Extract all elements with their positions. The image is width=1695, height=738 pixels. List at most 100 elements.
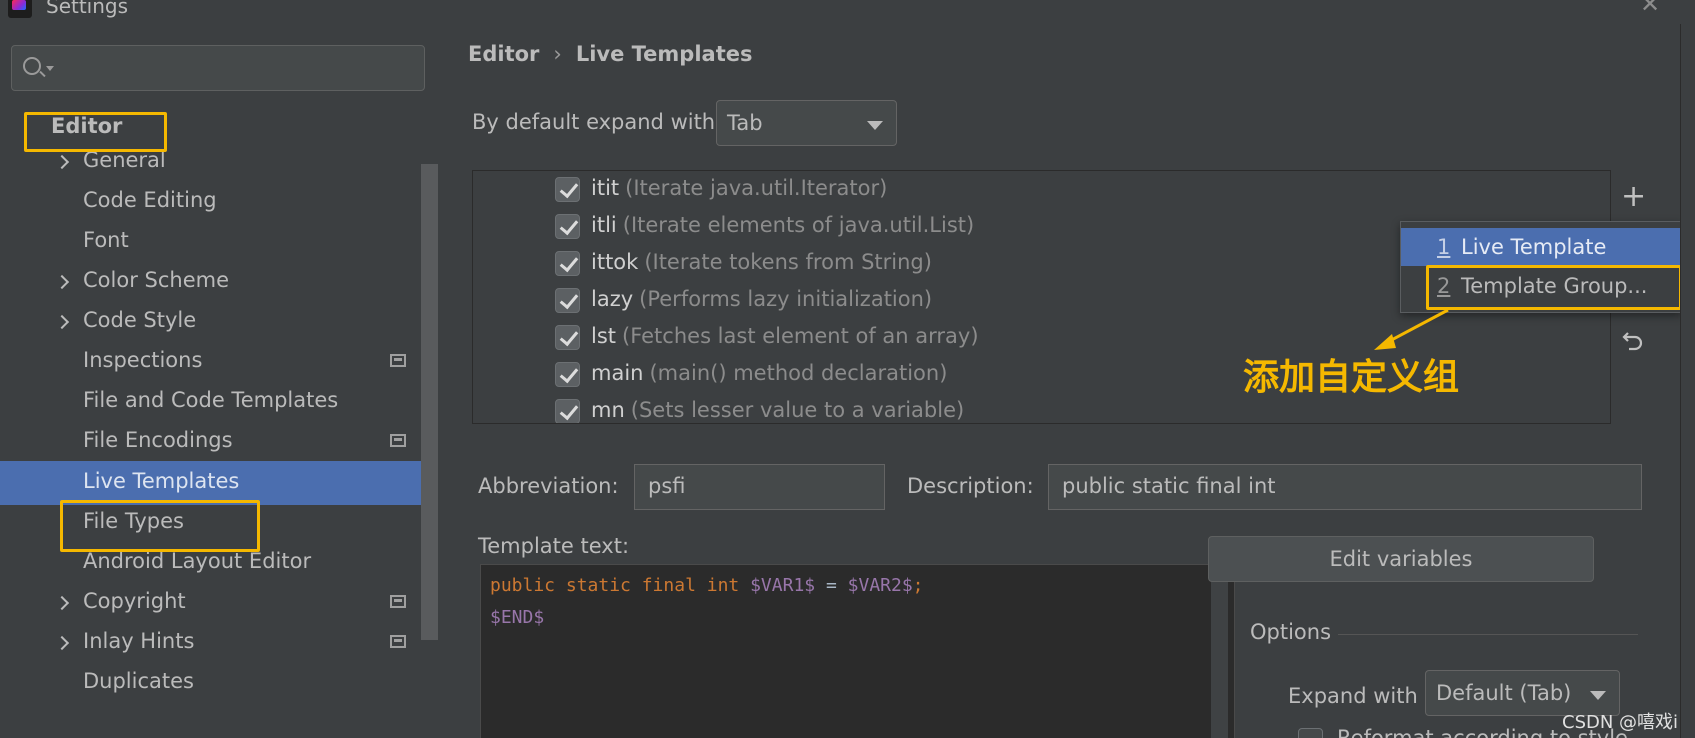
template-abbreviation: mn bbox=[591, 398, 625, 422]
tree-item-label: File Encodings bbox=[83, 428, 233, 452]
chevron-down-icon bbox=[867, 121, 883, 130]
template-checkbox[interactable] bbox=[555, 399, 580, 423]
button-label: Edit variables bbox=[1329, 547, 1473, 571]
template-description: (Iterate tokens from String) bbox=[644, 250, 932, 274]
breadcrumb-separator: › bbox=[553, 42, 562, 66]
tree-item-label: Duplicates bbox=[83, 669, 194, 693]
template-checkbox[interactable] bbox=[555, 325, 580, 350]
breadcrumb: Editor › Live Templates bbox=[468, 42, 752, 66]
code-semicolon: ; bbox=[912, 575, 924, 596]
default-expand-select[interactable]: Tab bbox=[716, 100, 897, 146]
breadcrumb-parent[interactable]: Editor bbox=[468, 42, 539, 66]
tree-item-general[interactable]: General bbox=[0, 140, 438, 184]
abbreviation-field[interactable]: psfi bbox=[634, 464, 885, 510]
tree-item-code-editing[interactable]: Code Editing bbox=[0, 180, 438, 224]
template-text-editor[interactable]: public static final int $VAR1$ = $VAR2$;… bbox=[480, 564, 1235, 738]
select-value: Default (Tab) bbox=[1436, 681, 1572, 705]
tree-item-inspections[interactable]: Inspections bbox=[0, 340, 438, 384]
code-line-2: $END$ bbox=[490, 607, 544, 628]
description-field[interactable]: public static final int bbox=[1048, 464, 1642, 510]
abbreviation-label: Abbreviation: bbox=[478, 474, 619, 498]
template-checkbox[interactable] bbox=[555, 177, 580, 202]
menu-item-live-template[interactable]: 1 Live Template bbox=[1401, 228, 1681, 266]
template-abbreviation: itit bbox=[591, 176, 620, 200]
abbreviation-value: psfi bbox=[648, 474, 686, 498]
menu-item-number: 1 bbox=[1437, 235, 1451, 259]
sidebar-scrollbar[interactable] bbox=[421, 164, 438, 640]
template-checkbox[interactable] bbox=[555, 288, 580, 313]
tree-item-label: General bbox=[83, 148, 166, 172]
tree-item-label: File Types bbox=[83, 509, 184, 533]
tree-item-label: Color Scheme bbox=[83, 268, 229, 292]
plus-icon[interactable]: + bbox=[1621, 182, 1646, 212]
tree-item-file-encodings[interactable]: File Encodings bbox=[0, 420, 438, 464]
template-description: (Iterate elements of java.util.List) bbox=[622, 213, 975, 237]
settings-main-panel: Editor › Live Templates By default expand … bbox=[438, 24, 1695, 738]
tree-item-file-types[interactable]: File Types bbox=[0, 501, 438, 545]
menu-item-label: Template Group... bbox=[1461, 274, 1648, 298]
tree-item-label: Font bbox=[83, 228, 129, 252]
reformat-checkbox[interactable] bbox=[1298, 728, 1323, 738]
tree-item-live-templates[interactable]: Live Templates bbox=[0, 461, 438, 505]
template-abbreviation: main bbox=[591, 361, 644, 385]
search-history-dropdown-icon[interactable] bbox=[46, 66, 54, 71]
tree-item-label: File and Code Templates bbox=[83, 388, 339, 412]
template-checkbox[interactable] bbox=[555, 214, 580, 239]
project-settings-icon bbox=[390, 354, 406, 367]
description-label: Description: bbox=[907, 474, 1034, 498]
template-text-label: Template text: bbox=[478, 534, 630, 558]
template-description: (Sets lesser value to a variable) bbox=[630, 398, 965, 422]
chevron-right-icon[interactable] bbox=[54, 154, 70, 170]
project-settings-icon bbox=[390, 434, 406, 447]
tree-item-label: Live Templates bbox=[83, 469, 240, 493]
tree-item-label: Code Editing bbox=[83, 188, 217, 212]
description-value: public static final int bbox=[1062, 474, 1276, 498]
tree-item-inlay-hints[interactable]: Inlay Hints bbox=[0, 621, 438, 665]
tree-item-file-and-code-templates[interactable]: File and Code Templates bbox=[0, 380, 438, 424]
tree-item-label: Inspections bbox=[83, 348, 203, 372]
tree-item-android-layout-editor[interactable]: Android Layout Editor bbox=[0, 541, 438, 585]
breadcrumb-current: Live Templates bbox=[575, 42, 753, 66]
template-description: (Performs lazy initialization) bbox=[639, 287, 933, 311]
template-abbreviation: itli bbox=[591, 213, 617, 237]
code-variable: $VAR1$ bbox=[750, 575, 816, 596]
tree-item-label: Inlay Hints bbox=[83, 629, 195, 653]
project-settings-icon bbox=[390, 635, 406, 648]
template-description: (Fetches last element of an array) bbox=[622, 324, 979, 348]
tree-item-label: Copyright bbox=[83, 589, 186, 613]
chevron-right-icon[interactable] bbox=[54, 595, 70, 611]
undo-icon[interactable] bbox=[1622, 331, 1644, 351]
options-divider bbox=[1338, 634, 1638, 635]
tree-item-color-scheme[interactable]: Color Scheme bbox=[0, 260, 438, 304]
template-description: (Iterate java.util.Iterator) bbox=[625, 176, 888, 200]
chevron-right-icon[interactable] bbox=[54, 635, 70, 651]
editor-scrollbar[interactable] bbox=[1211, 565, 1228, 738]
search-icon bbox=[23, 57, 41, 75]
code-operator: = bbox=[815, 575, 848, 596]
tree-item-code-style[interactable]: Code Style bbox=[0, 300, 438, 344]
close-icon[interactable]: ✕ bbox=[1640, 0, 1660, 18]
project-settings-icon bbox=[390, 595, 406, 608]
code-variable: $END$ bbox=[490, 607, 545, 628]
options-section-label: Options bbox=[1250, 620, 1332, 644]
window-right-edge bbox=[1680, 24, 1695, 738]
edit-variables-button[interactable]: Edit variables bbox=[1208, 536, 1594, 582]
tree-item-label: Code Style bbox=[83, 308, 197, 332]
tree-item-copyright[interactable]: Copyright bbox=[0, 581, 438, 625]
chevron-right-icon[interactable] bbox=[54, 274, 70, 290]
window-title: Settings bbox=[46, 0, 129, 18]
tree-item-font[interactable]: Font bbox=[0, 220, 438, 264]
tree-item-duplicates[interactable]: Duplicates bbox=[0, 661, 438, 705]
settings-search-input[interactable] bbox=[11, 45, 425, 91]
template-checkbox[interactable] bbox=[555, 251, 580, 276]
code-keywords: public static final int bbox=[490, 575, 740, 596]
chevron-right-icon[interactable] bbox=[54, 314, 70, 330]
watermark: CSDN @嘻戏i bbox=[1562, 712, 1679, 733]
expand-with-label: Expand with bbox=[1288, 684, 1418, 708]
settings-sidebar: Editor General Code Editing Font Color S… bbox=[0, 24, 438, 738]
chevron-down-icon bbox=[1590, 691, 1606, 700]
title-bar: Settings ✕ bbox=[0, 0, 1695, 24]
template-abbreviation: lazy bbox=[591, 287, 634, 311]
template-description: (main() method declaration) bbox=[649, 361, 948, 385]
template-checkbox[interactable] bbox=[555, 362, 580, 387]
